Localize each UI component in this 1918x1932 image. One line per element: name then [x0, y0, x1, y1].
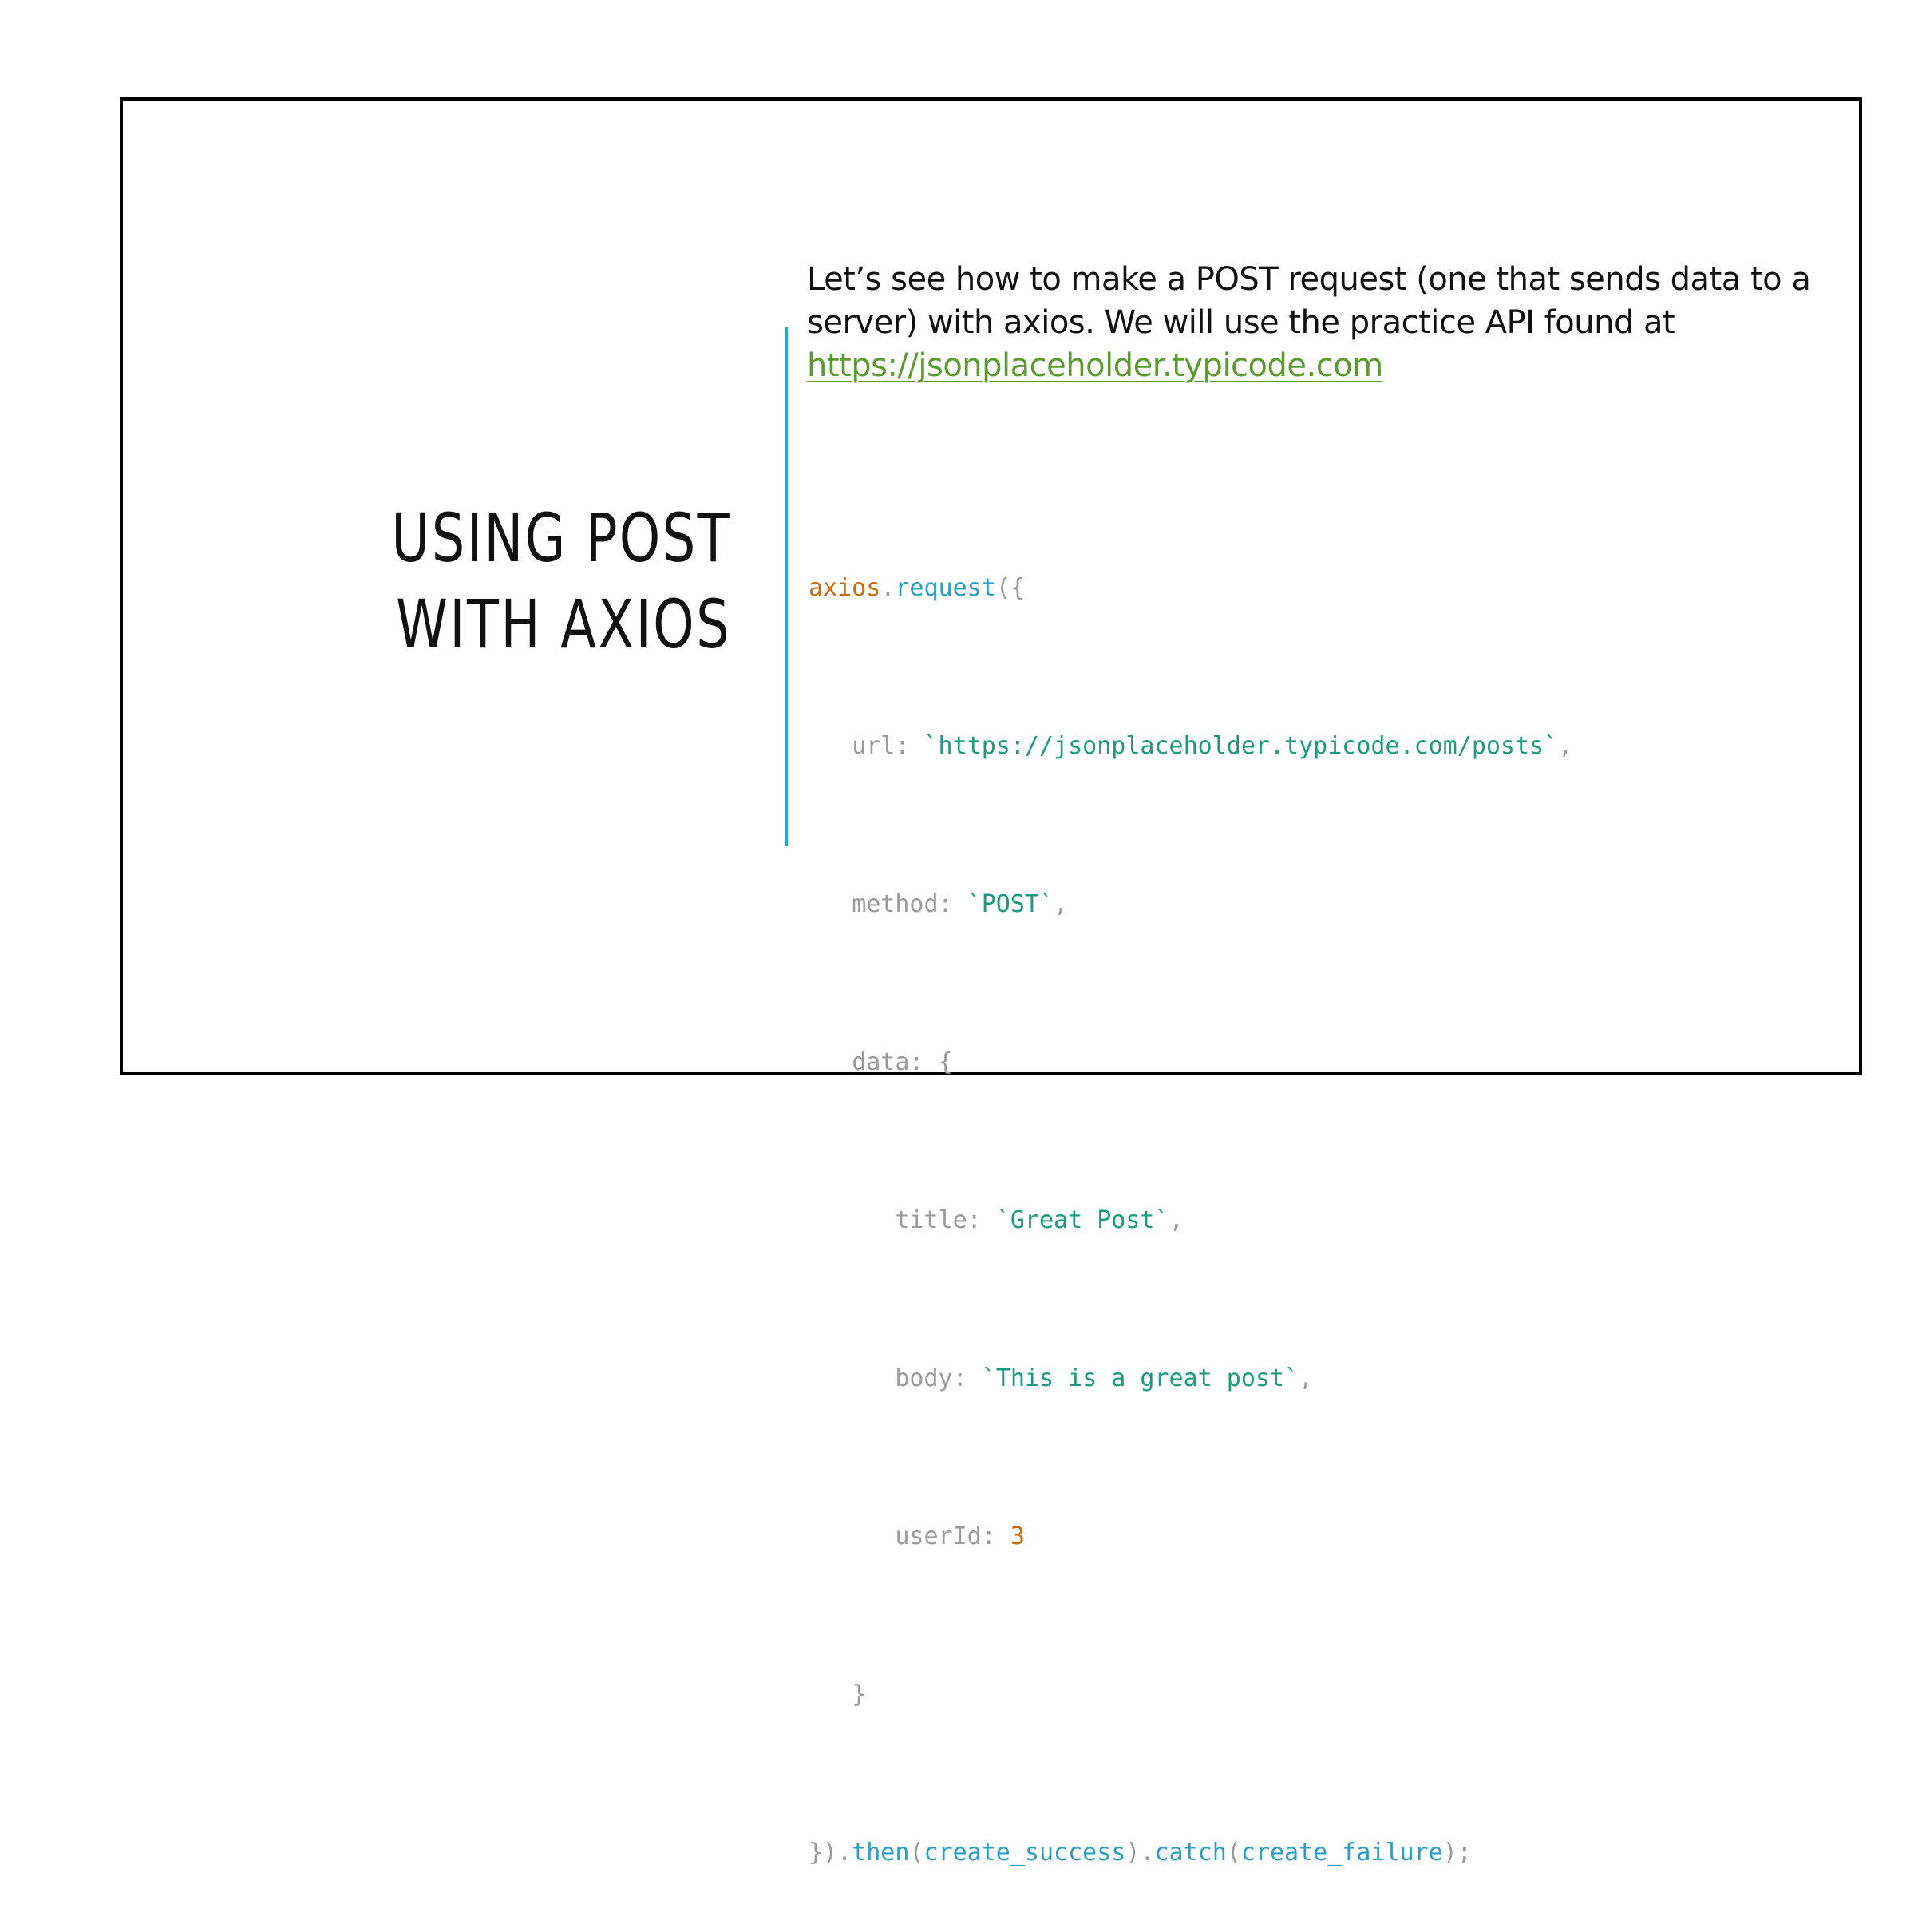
code-line-7: userId: 3: [809, 1510, 1572, 1563]
code-token: body:: [895, 1364, 982, 1392]
code-line-9: }).then(create_success).catch(create_fai…: [809, 1827, 1572, 1879]
intro-line-3: https://jsonplaceholder.typicode.com: [807, 344, 1845, 387]
code-line-2: url: `https://jsonplaceholder.typicode.c…: [809, 720, 1572, 773]
code-token: ,: [1054, 890, 1069, 918]
code-token: ,: [1169, 1206, 1184, 1234]
code-token: method:: [852, 890, 967, 918]
code-token: title:: [895, 1206, 996, 1234]
code-token: ).: [1125, 1839, 1155, 1867]
code-line-1: axios.request({: [809, 562, 1572, 615]
code-token: ,: [1299, 1364, 1314, 1392]
code-line-6: body: `This is a great post`,: [809, 1352, 1572, 1405]
code-token: `Great Post`: [995, 1206, 1169, 1234]
api-link[interactable]: https://jsonplaceholder.typicode.com: [807, 347, 1383, 384]
code-token: create_failure: [1240, 1839, 1443, 1867]
code-token: `This is a great post`: [981, 1364, 1299, 1392]
code-token: ,: [1558, 732, 1573, 760]
code-token: url:: [852, 732, 924, 760]
code-line-8: }: [809, 1669, 1572, 1721]
code-token: axios: [809, 574, 881, 602]
code-line-3: method: `POST`,: [809, 878, 1572, 931]
slide-title: USING POST WITH AXIOS: [382, 495, 731, 667]
code-token: 3: [1010, 1522, 1025, 1550]
code-token: (: [1226, 1839, 1241, 1867]
code-block: axios.request({ url: `https://jsonplaceh…: [809, 457, 1572, 1932]
intro-line-2: server) with axios. We will use the prac…: [807, 304, 1675, 341]
code-token: );: [1442, 1839, 1472, 1867]
code-token: then: [852, 1839, 910, 1867]
code-token: ({: [995, 574, 1025, 602]
code-token: request: [895, 574, 996, 602]
code-token: (: [909, 1839, 924, 1867]
intro-paragraph: Let’s see how to make a POST request (on…: [807, 258, 1845, 387]
code-token: data: {: [852, 1048, 953, 1076]
code-token: catch: [1154, 1839, 1227, 1867]
code-token: `https://jsonplaceholder.typicode.com/po…: [923, 732, 1559, 760]
code-line-5: title: `Great Post`,: [809, 1194, 1572, 1247]
code-line-4: data: {: [809, 1036, 1572, 1089]
code-token: create_success: [923, 1839, 1126, 1867]
code-token: }: [852, 1681, 867, 1708]
accent-divider: [785, 327, 788, 846]
code-token: .: [880, 574, 896, 602]
intro-line-1: Let’s see how to make a POST request (on…: [807, 261, 1811, 298]
code-token: userId:: [895, 1522, 1010, 1550]
slide-title-line-1: USING POST: [391, 499, 731, 577]
code-token: }).: [809, 1839, 852, 1867]
code-token: `POST`: [967, 890, 1054, 918]
slide-title-line-2: WITH AXIOS: [396, 585, 731, 663]
